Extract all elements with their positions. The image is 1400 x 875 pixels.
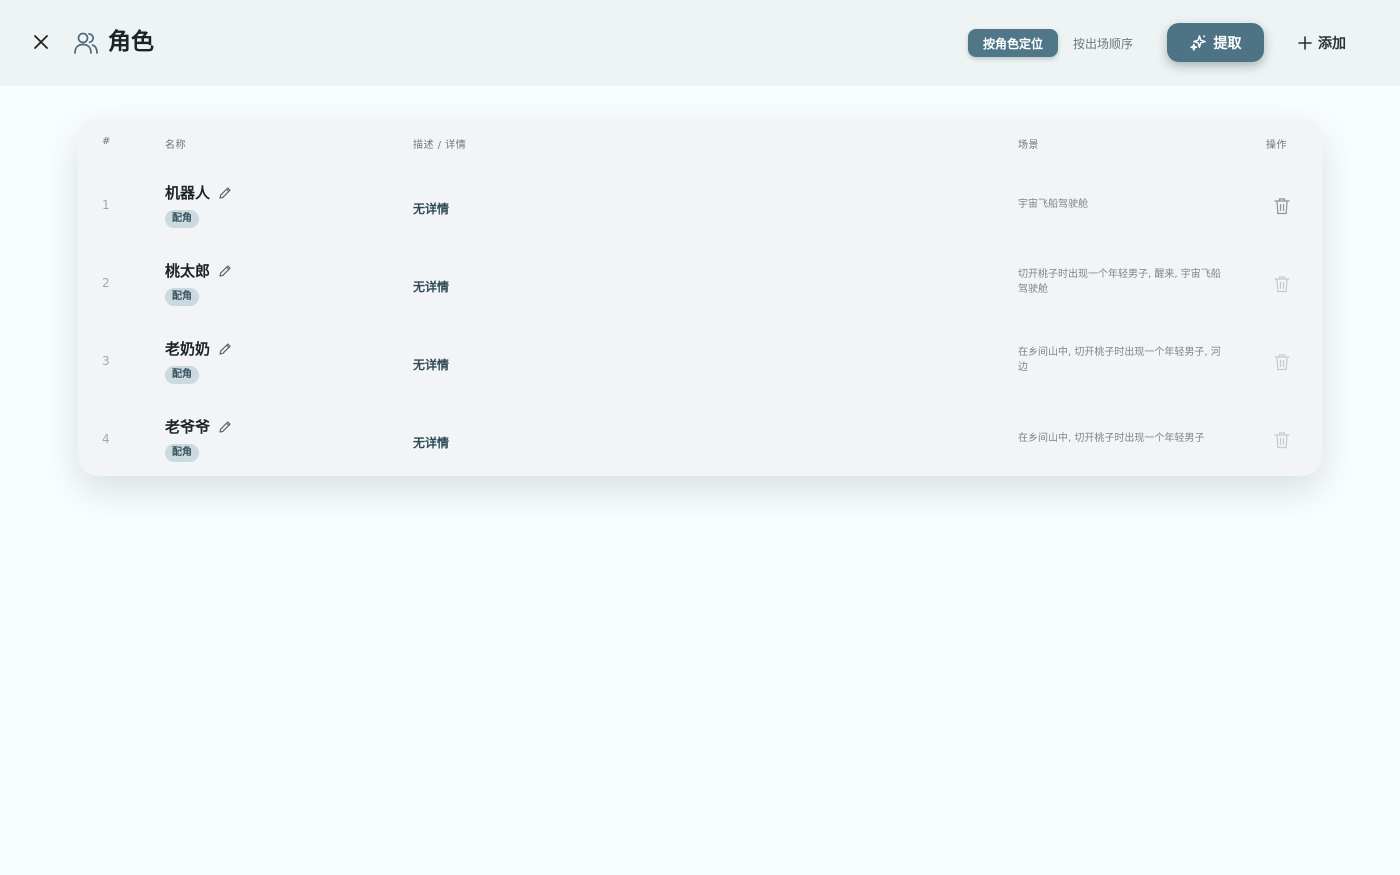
users-icon xyxy=(74,32,98,54)
character-name: 桃太郎 xyxy=(165,262,211,280)
role-badge: 配角 xyxy=(165,444,199,462)
add-label: 添加 xyxy=(1318,36,1346,52)
row-index: 3 xyxy=(102,354,110,368)
role-badge: 配角 xyxy=(165,366,199,384)
role-badge: 配角 xyxy=(165,210,199,228)
character-description: 无详情 xyxy=(413,202,450,216)
row-index: 4 xyxy=(102,432,110,446)
column-header-name: 名称 xyxy=(165,140,186,151)
sparkles-icon xyxy=(1189,35,1206,51)
row-index: 1 xyxy=(102,198,110,212)
table-row: 4 老爷爷 配角 无详情 在乡间山中, 切开桃子时出现一个年轻男子 xyxy=(78,403,1322,481)
character-name: 机器人 xyxy=(165,184,211,202)
character-description: 无详情 xyxy=(413,280,450,294)
character-scene: 在乡间山中, 切开桃子时出现一个年轻男子, 河边 xyxy=(1018,347,1221,373)
table-row: 3 老奶奶 配角 无详情 在乡间山中, 切开桃子时出现一个年轻男子, 河边 xyxy=(78,325,1322,403)
extract-label: 提取 xyxy=(1213,35,1242,52)
column-header-actions: 操作 xyxy=(1266,140,1287,151)
column-header-description: 描述 / 详情 xyxy=(413,140,467,151)
trash-icon[interactable] xyxy=(1274,353,1290,371)
row-index: 2 xyxy=(102,276,110,290)
character-name: 老奶奶 xyxy=(165,340,211,358)
page-title: 角色 xyxy=(108,29,154,55)
character-scene: 宇宙飞船驾驶舱 xyxy=(1018,199,1088,210)
view-by-role-button[interactable]: 按角色定位 xyxy=(968,29,1058,57)
trash-icon[interactable] xyxy=(1274,197,1290,215)
top-bar: 角色 按角色定位 按出场顺序 提取 添加 xyxy=(0,0,1400,86)
add-button[interactable]: 添加 xyxy=(1298,27,1360,59)
table-row: 1 机器人 配角 无详情 宇宙飞船驾驶舱 xyxy=(78,169,1322,247)
column-header-index: # xyxy=(102,136,111,147)
characters-table: # 名称 描述 / 详情 场景 操作 1 机器人 配角 无详情 宇宙飞船驾驶舱 … xyxy=(78,118,1322,476)
trash-icon[interactable] xyxy=(1274,275,1290,293)
table-row: 2 桃太郎 配角 无详情 切开桃子时出现一个年轻男子, 醒来, 宇宙飞船驾驶舱 xyxy=(78,247,1322,325)
extract-button[interactable]: 提取 xyxy=(1167,23,1264,62)
pencil-icon[interactable] xyxy=(218,186,232,200)
character-description: 无详情 xyxy=(413,358,450,372)
close-icon xyxy=(34,35,48,49)
character-description: 无详情 xyxy=(413,436,450,450)
pencil-icon[interactable] xyxy=(218,264,232,278)
plus-icon xyxy=(1298,36,1312,50)
pencil-icon[interactable] xyxy=(218,420,232,434)
trash-icon[interactable] xyxy=(1274,431,1290,449)
column-header-scene: 场景 xyxy=(1018,140,1039,151)
character-scene: 在乡间山中, 切开桃子时出现一个年轻男子 xyxy=(1018,433,1205,444)
character-name: 老爷爷 xyxy=(165,418,211,436)
view-by-appearance-button[interactable]: 按出场顺序 xyxy=(1064,29,1142,57)
role-badge: 配角 xyxy=(165,288,199,306)
pencil-icon[interactable] xyxy=(218,342,232,356)
close-button[interactable] xyxy=(28,29,54,55)
character-scene: 切开桃子时出现一个年轻男子, 醒来, 宇宙飞船驾驶舱 xyxy=(1018,269,1221,295)
